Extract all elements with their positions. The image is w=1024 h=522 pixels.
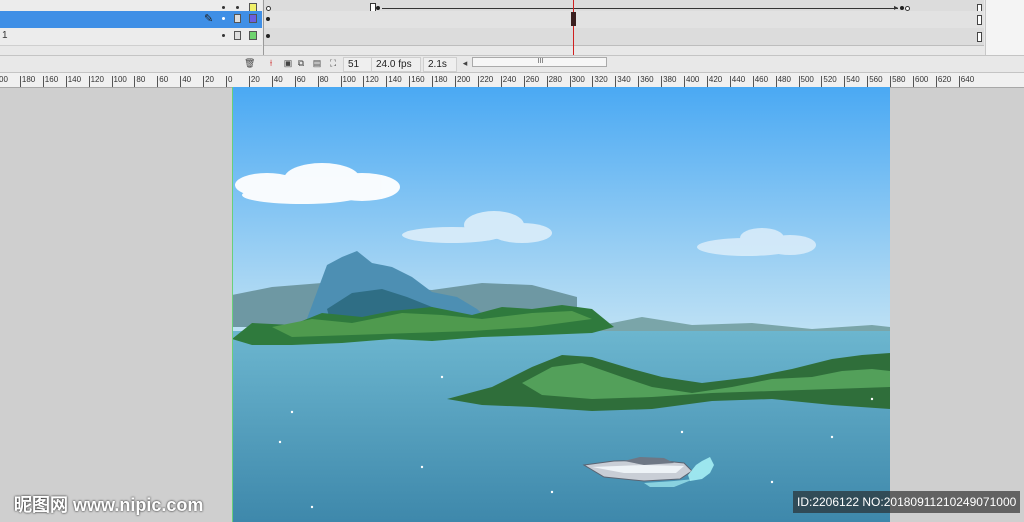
ruler-tick-label: 640 <box>958 73 974 87</box>
timeline-divider <box>263 0 264 55</box>
ruler-tick-label: 160 <box>42 73 58 87</box>
ruler-tick-label: 40 <box>271 73 283 87</box>
visibility-dot-icon[interactable] <box>222 34 225 37</box>
ruler-tick-label: 500 <box>798 73 814 87</box>
layer-color-swatch[interactable] <box>249 31 257 40</box>
frames-row[interactable] <box>264 11 984 29</box>
ruler-tick-label: 180 <box>19 73 35 87</box>
ruler-tick-label: 00 <box>0 73 8 87</box>
ruler-tick-label: 80 <box>317 73 329 87</box>
frame-end-marker <box>977 15 982 25</box>
ruler-tick-label: 100 <box>340 73 356 87</box>
ruler-tick-label: 240 <box>500 73 516 87</box>
ruler-tick-label: 460 <box>752 73 768 87</box>
center-frame-icon[interactable]: ⍿ <box>266 58 276 68</box>
lock-icon[interactable] <box>234 31 241 40</box>
ruler-tick-label: 100 <box>111 73 127 87</box>
scrollbar-thumb[interactable]: III <box>473 58 608 66</box>
ruler-tick-label: 620 <box>935 73 951 87</box>
ruler-tick-label: 20 <box>203 73 214 87</box>
lock-dot-icon[interactable] <box>236 6 239 9</box>
ruler-tick-label: 140 <box>386 73 402 87</box>
ruler-tick-label: 60 <box>157 73 168 87</box>
ruler-tick-label: 160 <box>409 73 425 87</box>
watermark-left: 昵图网 www.nipic.com <box>14 495 204 515</box>
edit-multiple-frames-icon[interactable]: ▤ <box>312 58 322 68</box>
ruler-tick-label: 120 <box>363 73 379 87</box>
ruler-tick-label: 580 <box>890 73 905 87</box>
ruler-tick-label: 340 <box>615 73 631 87</box>
playhead-handle[interactable] <box>571 12 576 26</box>
ruler-tick-label: 520 <box>821 73 837 87</box>
ruler-tick-label: 200 <box>454 73 470 87</box>
ruler-tick-label: 440 <box>729 73 745 87</box>
ruler-tick-label: 400 <box>683 73 699 87</box>
ruler-tick-label: 600 <box>912 73 928 87</box>
modify-onion-markers-icon[interactable]: ⛶ <box>328 58 338 68</box>
scene-illustration <box>232 87 890 522</box>
ruler-tick-label: 80 <box>134 73 145 87</box>
layer-row[interactable]: 1 <box>0 28 262 46</box>
ruler-tick-label: 540 <box>844 73 860 87</box>
frame-rate-field[interactable]: 24.0 fps <box>371 57 421 72</box>
current-frame-field[interactable]: 51 <box>343 57 373 72</box>
edit-pencil-icon[interactable]: ✎ <box>204 12 213 26</box>
stage-canvas[interactable] <box>232 87 890 522</box>
ruler-tick-label: 320 <box>592 73 608 87</box>
layer-color-swatch[interactable] <box>249 14 257 23</box>
ruler-tick-label: 180 <box>432 73 447 87</box>
ruler-tick-label: 420 <box>706 73 722 87</box>
delete-layer-icon[interactable]: 🗑 <box>244 58 255 68</box>
playhead-line[interactable] <box>573 0 574 55</box>
lock-icon[interactable] <box>234 14 241 23</box>
onion-skin-outlines-icon[interactable]: ⧉ <box>296 58 306 68</box>
ruler-tick-label: 120 <box>88 73 104 87</box>
ruler-tick-label: 560 <box>867 73 883 87</box>
ruler-tick-label: 20 <box>248 73 260 87</box>
keyframe-icon <box>266 34 270 38</box>
onion-skin-icon[interactable]: ▣ <box>283 58 293 68</box>
keyframe-icon <box>376 6 380 10</box>
ruler-tick-label: 360 <box>638 73 654 87</box>
ruler-tick-label: 40 <box>180 73 191 87</box>
timeline-scroll-area[interactable] <box>985 0 1024 55</box>
ruler-tick-label: 0 <box>225 73 232 87</box>
tween-arrow-line <box>382 8 898 9</box>
ruler-tick-label: 380 <box>661 73 676 87</box>
stage-border-left <box>232 87 233 522</box>
horizontal-ruler: 0018016014012010080604020020406080100120… <box>0 72 1024 88</box>
timeline-horizontal-scrollbar[interactable]: III <box>472 57 607 67</box>
ruler-tick-label: 480 <box>775 73 791 87</box>
visibility-dot-icon[interactable] <box>222 6 225 9</box>
timeline-panel: ▸ ✎ 1 <box>0 0 1024 55</box>
layer-name: 1 <box>2 30 8 41</box>
ruler-tick-label: 220 <box>477 73 493 87</box>
scroll-left-icon[interactable]: ◂ <box>460 58 470 68</box>
visibility-dot-icon[interactable] <box>222 17 225 20</box>
layer-row-selected[interactable]: ✎ <box>0 11 262 29</box>
ruler-tick-label: 280 <box>546 73 562 87</box>
ruler-tick-label: 60 <box>294 73 306 87</box>
elapsed-time-field: 2.1s <box>423 57 457 72</box>
ruler-tick-label: 140 <box>65 73 81 87</box>
keyframe-icon <box>266 17 270 21</box>
frames-row[interactable] <box>264 28 984 46</box>
frame-end-marker <box>977 32 982 42</box>
ruler-tick-label: 260 <box>523 73 539 87</box>
keyframe-icon <box>900 6 904 10</box>
watermark-right: ID:2206122 NO:20180911210249071000 <box>793 491 1021 513</box>
ruler-tick-label: 300 <box>569 73 585 87</box>
